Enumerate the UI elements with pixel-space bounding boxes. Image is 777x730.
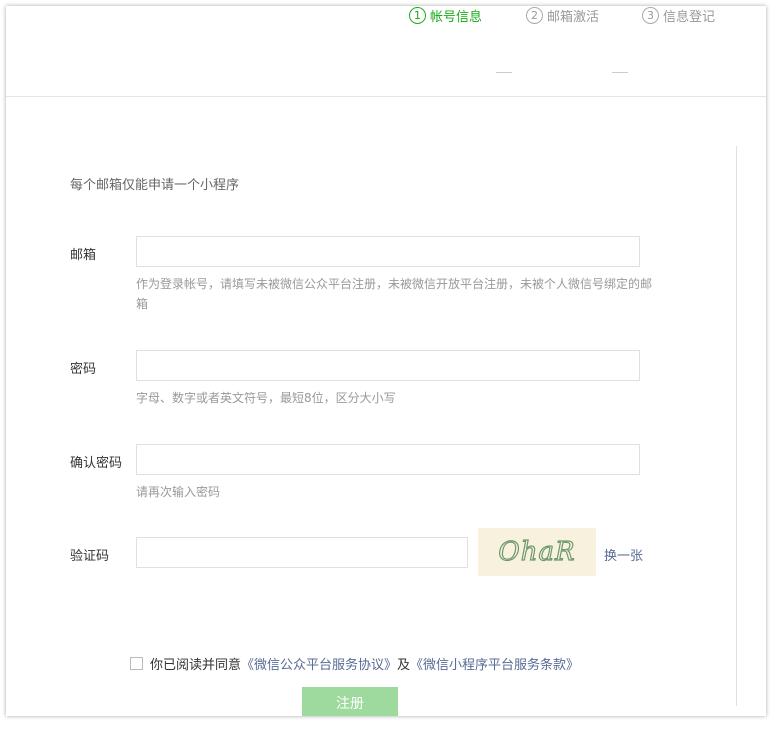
agreement-prefix: 你已阅读并同意 [150, 658, 242, 673]
captcha-field[interactable] [136, 537, 468, 568]
captcha-image[interactable]: OhaR [478, 528, 596, 576]
email-label: 邮箱 [70, 248, 97, 263]
step-1-number: 1 [409, 7, 426, 24]
step-email-activation: 2 邮箱激活 [526, 6, 599, 25]
confirm-password-field[interactable] [136, 444, 640, 475]
step-1-label: 帐号信息 [430, 10, 483, 25]
refresh-captcha-link[interactable]: 换一张 [604, 545, 643, 564]
email-field[interactable] [136, 236, 640, 267]
agreement-row: 你已阅读并同意 《微信公众平台服务协议》 及 《微信小程序平台服务条款》 [130, 654, 579, 673]
confirm-password-label: 确认密码 [70, 456, 123, 471]
agreement-checkbox[interactable] [130, 657, 143, 670]
header-divider [6, 96, 766, 97]
agreement-and: 及 [397, 658, 411, 673]
step-account-info: 1 帐号信息 [409, 6, 482, 25]
password-field[interactable] [136, 350, 640, 381]
step-3-number: 3 [642, 7, 659, 24]
content-border [736, 146, 737, 706]
registration-window: 1 帐号信息 2 邮箱激活 3 信息登记 每个邮箱仅能申请一个小程序 邮箱 作为… [6, 6, 766, 716]
step-divider [612, 72, 628, 73]
step-2-label: 邮箱激活 [547, 10, 600, 25]
step-divider [496, 72, 512, 73]
step-2-number: 2 [526, 7, 543, 24]
form-intro: 每个邮箱仅能申请一个小程序 [70, 178, 240, 193]
password-hint: 字母、数字或者英文符号，最短8位，区分大小写 [136, 391, 396, 405]
captcha-label: 验证码 [70, 549, 110, 564]
step-3-label: 信息登记 [663, 10, 716, 25]
captcha-text: OhaR [498, 536, 576, 567]
terms-link[interactable]: 《微信小程序平台服务条款》 [410, 654, 579, 673]
service-agreement-link[interactable]: 《微信公众平台服务协议》 [241, 654, 397, 673]
step-info-registration: 3 信息登记 [642, 6, 715, 25]
password-label: 密码 [70, 362, 97, 377]
register-button[interactable]: 注册 [302, 687, 398, 716]
confirm-password-hint: 请再次输入密码 [136, 485, 221, 499]
email-hint: 作为登录帐号，请填写未被微信公众平台注册，未被微信开放平台注册，未被个人微信号绑… [136, 277, 653, 311]
